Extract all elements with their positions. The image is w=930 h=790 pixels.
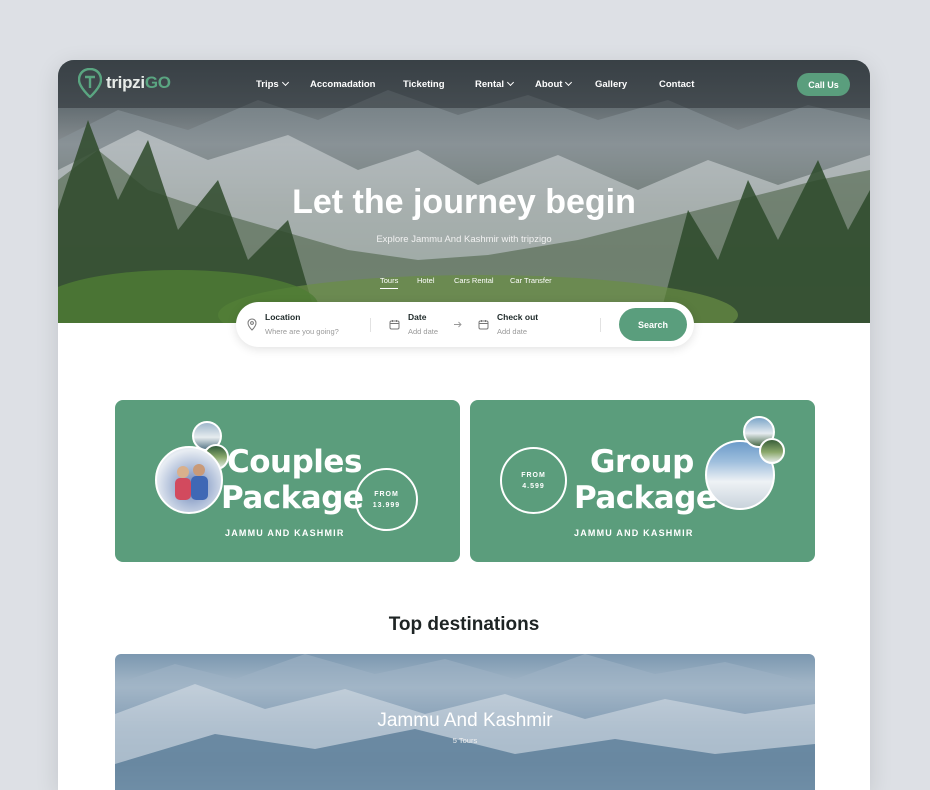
nav-accomadation[interactable]: Accomadation — [310, 79, 375, 90]
divider — [600, 318, 601, 332]
nav-gallery[interactable]: Gallery — [595, 79, 627, 90]
tab-cars-rental[interactable]: Cars Rental — [454, 276, 494, 288]
destination-name: Jammu And Kashmir — [377, 710, 553, 731]
group-subtitle: JAMMU AND KASHMIR — [574, 528, 694, 538]
top-navbar: tripziGO Trips Accomadation Ticketing Re… — [58, 60, 870, 108]
group-title: Group Package — [574, 444, 717, 516]
checkout-label: Check out — [497, 312, 539, 322]
location-label: Location — [265, 312, 301, 322]
call-us-button[interactable]: Call Us — [797, 73, 850, 96]
group-package-card[interactable]: FROM 4.599 Group Package JAMMU AND KASHM… — [470, 400, 815, 562]
couples-subtitle: JAMMU AND KASHMIR — [225, 528, 345, 538]
calendar-icon — [389, 320, 400, 330]
chevron-down-icon — [565, 78, 573, 87]
tab-tours[interactable]: Tours — [380, 276, 399, 289]
nav-ticketing[interactable]: Ticketing — [403, 79, 445, 90]
logo[interactable]: tripziGO — [78, 68, 171, 98]
nav-about[interactable]: About — [535, 78, 573, 90]
map-pin-icon — [78, 68, 102, 98]
browser-page: tripziGO Trips Accomadation Ticketing Re… — [58, 60, 870, 790]
group-price-badge: FROM 4.599 — [500, 447, 567, 514]
lake-photo — [759, 438, 785, 464]
destination-tour-count: 5 Tours — [452, 736, 478, 745]
couples-title: Couples Package — [221, 444, 364, 516]
location-pin-icon — [247, 318, 257, 331]
date-label: Date — [408, 312, 427, 322]
tab-hotel[interactable]: Hotel — [417, 276, 435, 288]
nav-rental[interactable]: Rental — [475, 78, 515, 90]
couple-photo — [155, 446, 223, 514]
tab-car-transfer[interactable]: Car Transfer — [510, 276, 552, 288]
nav-contact[interactable]: Contact — [659, 79, 694, 90]
search-bar: Location Where are you going? Date Add d… — [236, 302, 694, 347]
hero-section: tripziGO Trips Accomadation Ticketing Re… — [58, 60, 870, 323]
hero-title: Let the journey begin — [292, 183, 636, 221]
search-button[interactable]: Search — [619, 308, 687, 341]
divider — [370, 318, 371, 332]
destination-card[interactable]: Jammu And Kashmir 5 Tours — [115, 654, 815, 790]
checkout-input[interactable]: Add date — [497, 327, 527, 336]
couple-figures — [175, 464, 208, 500]
logo-text: tripziGO — [106, 73, 171, 92]
calendar-icon — [478, 320, 489, 330]
date-input[interactable]: Add date — [408, 327, 438, 336]
hero-subtitle: Explore Jammu And Kashmir with tripzigo — [376, 234, 552, 245]
arrow-right-icon — [454, 321, 462, 328]
top-destinations-heading: Top destinations — [388, 614, 540, 635]
chevron-down-icon — [281, 78, 289, 87]
nav-trips[interactable]: Trips — [256, 78, 289, 90]
chevron-down-icon — [507, 78, 515, 87]
location-input[interactable]: Where are you going? — [265, 327, 339, 336]
couples-price-badge: FROM 13.999 — [355, 468, 418, 531]
couples-package-card[interactable]: Couples Package JAMMU AND KASHMIR FROM 1… — [115, 400, 460, 562]
